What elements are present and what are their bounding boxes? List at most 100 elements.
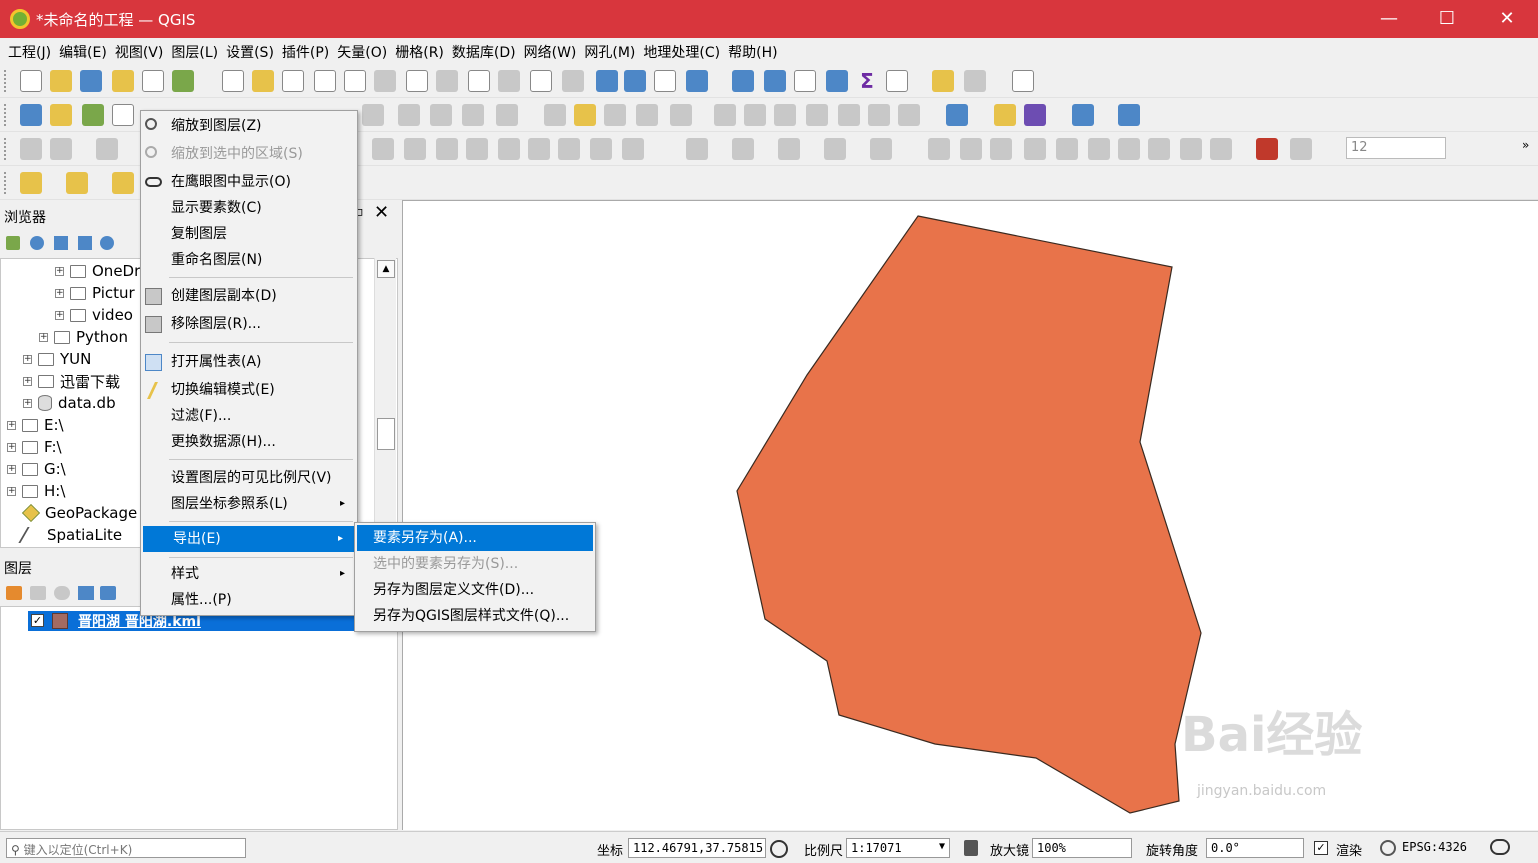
expand-icon[interactable]: + [23, 398, 32, 408]
zoom-native-icon[interactable] [436, 70, 458, 92]
diagram-move-icon[interactable] [1088, 138, 1110, 160]
manage-map-themes-icon[interactable] [54, 586, 70, 600]
toolbar-overflow-icon[interactable]: » [1522, 138, 1529, 152]
python-console-icon[interactable] [994, 104, 1016, 126]
add-circle-icon[interactable] [50, 138, 72, 160]
refresh-browser-icon[interactable] [30, 236, 44, 250]
fill-ring-icon[interactable] [404, 138, 426, 160]
close-button[interactable]: ✕ [1484, 6, 1530, 32]
add-ring-icon[interactable] [372, 138, 394, 160]
expand-icon[interactable]: + [55, 310, 64, 320]
data-plotly-icon[interactable] [1024, 104, 1046, 126]
maximize-button[interactable]: ☐ [1424, 6, 1470, 32]
menu-web[interactable]: 网络(W) [520, 38, 581, 64]
offset-curve-icon[interactable] [558, 138, 580, 160]
circular-string-icon[interactable] [20, 138, 42, 160]
merge-features-icon[interactable] [732, 138, 754, 160]
toolbar-grip[interactable] [4, 172, 8, 194]
menu-rename-layer[interactable]: 重命名图层(N) [141, 247, 357, 273]
text-annotation-icon[interactable] [1012, 70, 1034, 92]
tree-item[interactable]: SpatiaLite [18, 524, 122, 546]
layer-styling-icon[interactable] [6, 586, 22, 600]
add-polygon-icon[interactable] [636, 104, 658, 126]
statistical-summary-icon[interactable]: Σ [856, 70, 878, 92]
tree-item[interactable]: + YUN [23, 348, 91, 370]
reshape-features-icon[interactable] [528, 138, 550, 160]
tree-item[interactable]: + data.db [23, 392, 116, 414]
menu-help[interactable]: 帮助(H) [724, 38, 781, 64]
lake-polygon[interactable] [736, 215, 1202, 814]
plugin-tool-icon[interactable] [1118, 104, 1140, 126]
expand-icon[interactable]: + [23, 354, 32, 364]
filter-expression-icon[interactable] [100, 586, 116, 600]
crs-button[interactable]: EPSG:4326 [1402, 840, 1467, 854]
toggle-editing-icon[interactable] [574, 104, 596, 126]
tree-item[interactable]: + F:\ [7, 436, 62, 458]
new-geopackage-layer-icon[interactable] [50, 104, 72, 126]
georeferencer-icon[interactable] [946, 104, 968, 126]
rotate-feature-icon[interactable] [622, 138, 644, 160]
expand-icon[interactable]: + [7, 486, 16, 496]
pan-to-selection-icon[interactable] [252, 70, 274, 92]
tree-item[interactable]: + Python [39, 326, 128, 348]
tree-item[interactable]: + OneDr [55, 260, 140, 282]
tree-item[interactable]: + 迅雷下载 [23, 370, 120, 392]
menu-copy-layer[interactable]: 复制图层 [141, 221, 357, 247]
tree-item[interactable]: GeoPackage [21, 502, 137, 524]
field-calculator-icon[interactable] [794, 70, 816, 92]
menu-plugins[interactable]: 插件(P) [278, 38, 333, 64]
menu-layer[interactable]: 图层(L) [167, 38, 222, 64]
menu-save-as-qgis-style[interactable]: 另存为QGIS图层样式文件(Q)... [355, 603, 595, 629]
map-canvas[interactable]: Bai经验 jingyan.baidu.com [402, 200, 1538, 830]
new-3d-map-view-icon[interactable] [562, 70, 584, 92]
scroll-up-icon[interactable]: ▲ [377, 260, 395, 278]
label-pin-icon[interactable] [928, 138, 950, 160]
tree-item[interactable]: + G:\ [7, 458, 66, 480]
current-edits-icon[interactable] [544, 104, 566, 126]
toolbar-grip[interactable] [4, 104, 8, 126]
zoom-next-icon[interactable] [498, 70, 520, 92]
lock-scale-icon[interactable] [964, 840, 978, 856]
undo-icon[interactable] [868, 104, 890, 126]
collapse-all-icon[interactable] [78, 236, 92, 250]
open-project-icon[interactable] [50, 70, 72, 92]
label-move-icon[interactable] [990, 138, 1012, 160]
menu-set-scale-visibility[interactable]: 设置图层的可见比例尺(V) [141, 465, 357, 491]
new-project-icon[interactable] [20, 70, 42, 92]
menu-styles[interactable]: 样式 ▸ [141, 561, 357, 587]
rotate-point-symbols-icon[interactable] [824, 138, 846, 160]
menu-properties[interactable]: 属性...(P) [141, 587, 357, 613]
menu-mesh[interactable]: 网孔(M) [580, 38, 639, 64]
menu-save-selected-features-as[interactable]: 选中的要素另存为(S)... [355, 551, 595, 577]
rotation-spinbox[interactable]: 0.0° [1206, 838, 1304, 858]
menu-toggle-editing[interactable]: 切换编辑模式(E) [141, 377, 357, 403]
menu-processing[interactable]: 地理处理(C) [639, 38, 724, 64]
digitize-tool-icon[interactable] [362, 104, 384, 126]
zoom-to-layer-icon[interactable] [406, 70, 428, 92]
select-features-icon[interactable] [20, 172, 42, 194]
label-rotate-icon[interactable] [1024, 138, 1046, 160]
expand-icon[interactable]: + [23, 376, 32, 386]
delete-selected-icon[interactable] [496, 104, 518, 126]
vertex-tool-icon[interactable] [398, 104, 420, 126]
menu-filter[interactable]: 过滤(F)... [141, 403, 357, 429]
simplify-feature-icon[interactable] [686, 138, 708, 160]
tree-item[interactable]: + H:\ [7, 480, 65, 502]
expand-icon[interactable]: + [7, 442, 16, 452]
new-print-layout-icon[interactable] [112, 70, 134, 92]
menu-project[interactable]: 工程(J) [4, 38, 55, 64]
menu-raster[interactable]: 栅格(R) [391, 38, 448, 64]
label-change-icon[interactable] [1056, 138, 1078, 160]
merge-attributes-icon[interactable] [778, 138, 800, 160]
modify-attributes-icon[interactable] [714, 104, 736, 126]
zoom-in-icon[interactable] [282, 70, 304, 92]
menu-view[interactable]: 视图(V) [111, 38, 168, 64]
label-properties-icon[interactable] [1118, 138, 1140, 160]
move-feature-icon[interactable] [462, 104, 484, 126]
toggle-extents-icon[interactable] [770, 840, 788, 858]
identify-features-icon[interactable] [732, 70, 754, 92]
zoom-full-icon[interactable] [344, 70, 366, 92]
save-project-icon[interactable] [80, 70, 102, 92]
annotation-icon[interactable] [964, 70, 986, 92]
deselect-all-icon[interactable] [112, 172, 134, 194]
